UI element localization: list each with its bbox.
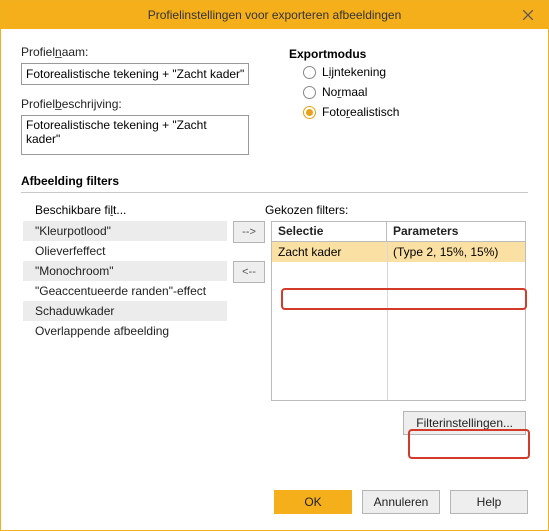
cell-parameters: (Type 2, 15%, 15%) (387, 245, 525, 259)
radio-icon (303, 86, 316, 99)
titlebar: Profielinstellingen voor exporteren afbe… (1, 1, 548, 29)
table-row[interactable]: Zacht kader (Type 2, 15%, 15%) (272, 242, 525, 262)
list-item[interactable]: Olieverfeffect (23, 241, 227, 261)
col-header-selectie[interactable]: Selectie (272, 222, 387, 241)
close-icon (523, 10, 533, 20)
export-mode-photo[interactable]: Fotorealistisch (303, 105, 528, 119)
help-button[interactable]: Help (450, 490, 528, 514)
filter-settings-button[interactable]: Filterinstellingen... (403, 411, 526, 435)
profile-name-input[interactable] (21, 63, 249, 85)
chosen-filters-label: Gekozen filters: (265, 203, 526, 217)
dialog-window: Profielinstellingen voor exporteren afbe… (0, 0, 549, 531)
col-header-parameters[interactable]: Parameters (387, 222, 525, 241)
add-filter-button[interactable]: --> (233, 221, 265, 243)
profile-desc-label: Profielbeschrijving: (21, 97, 261, 111)
window-title: Profielinstellingen voor exporteren afbe… (148, 8, 402, 22)
export-mode-line-label: Lijntekening (322, 65, 386, 79)
list-item[interactable]: Schaduwkader (23, 301, 227, 321)
filters-section-title: Afbeelding filters (21, 174, 528, 188)
available-filters-label: Beschikbare filt... (23, 203, 227, 217)
list-item[interactable]: "Monochroom" (23, 261, 227, 281)
list-item[interactable]: "Kleurpotlood" (23, 221, 227, 241)
list-item[interactable]: Overlappende afbeelding (23, 321, 227, 341)
cell-selectie: Zacht kader (272, 245, 387, 259)
available-filters-list[interactable]: "Kleurpotlood" Olieverfeffect "Monochroo… (23, 221, 227, 435)
divider (21, 192, 528, 193)
remove-filter-button[interactable]: <-- (233, 261, 265, 283)
export-mode-label: Exportmodus (289, 47, 528, 61)
export-mode-photo-label: Fotorealistisch (322, 105, 399, 119)
ok-button[interactable]: OK (274, 490, 352, 514)
grid-header: Selectie Parameters (272, 222, 525, 242)
export-mode-normal-label: Normaal (322, 85, 367, 99)
close-button[interactable] (508, 1, 548, 29)
dialog-buttons: OK Annuleren Help (274, 490, 528, 514)
cancel-button[interactable]: Annuleren (362, 490, 440, 514)
profile-name-label: Profielnaam: (21, 45, 261, 59)
chosen-filters-grid[interactable]: Selectie Parameters Zacht kader (Type 2,… (271, 221, 526, 401)
column-divider (387, 242, 388, 400)
list-item[interactable]: "Geaccentueerde randen"-effect (23, 281, 227, 301)
radio-icon (303, 66, 316, 79)
export-mode-normal[interactable]: Normaal (303, 85, 528, 99)
export-mode-line[interactable]: Lijntekening (303, 65, 528, 79)
profile-desc-input[interactable]: Fotorealistische tekening + "Zacht kader… (21, 115, 249, 155)
client-area: Profielnaam: Profielbeschrijving: Fotore… (1, 29, 548, 451)
radio-selected-icon (303, 106, 316, 119)
